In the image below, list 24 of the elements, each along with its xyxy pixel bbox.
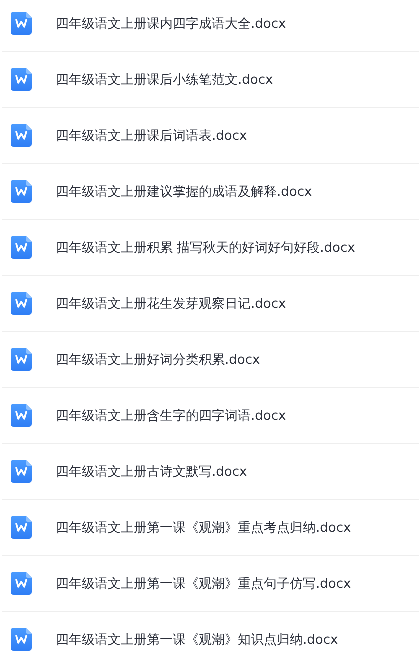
file-name[interactable]: 四年级语文上册第一课《观潮》知识点归纳.docx: [56, 630, 338, 648]
document-icon: [11, 404, 32, 427]
file-name[interactable]: 四年级语文上册建议掌握的成语及解释.docx: [56, 182, 312, 200]
document-icon: [11, 460, 32, 483]
file-name[interactable]: 四年级语文上册课内四字成语大全.docx: [56, 14, 286, 32]
document-icon: [11, 628, 32, 651]
file-name[interactable]: 四年级语文上册课后词语表.docx: [56, 126, 248, 144]
file-name[interactable]: 四年级语文上册含生字的四字词语.docx: [56, 406, 286, 424]
file-name[interactable]: 四年级语文上册花生发芽观察日记.docx: [56, 294, 286, 312]
document-icon: [11, 124, 32, 147]
document-icon: [11, 516, 32, 539]
file-name[interactable]: 四年级语文上册课后小练笔范文.docx: [56, 70, 274, 88]
file-name[interactable]: 四年级语文上册古诗文默写.docx: [56, 462, 248, 480]
document-icon: [11, 572, 32, 595]
document-icon: [11, 12, 32, 35]
file-name[interactable]: 四年级语文上册第一课《观潮》重点考点归纳.docx: [56, 518, 352, 536]
document-icon: [11, 180, 32, 203]
document-icon: [11, 292, 32, 315]
file-name[interactable]: 四年级语文上册积累 描写秋天的好词好句好段.docx: [56, 238, 356, 256]
document-icon: [11, 348, 32, 371]
file-name[interactable]: 四年级语文上册第一课《观潮》重点句子仿写.docx: [56, 574, 352, 592]
document-icon: [11, 68, 32, 91]
file-name[interactable]: 四年级语文上册好词分类积累.docx: [56, 350, 260, 368]
document-icon: [11, 236, 32, 259]
